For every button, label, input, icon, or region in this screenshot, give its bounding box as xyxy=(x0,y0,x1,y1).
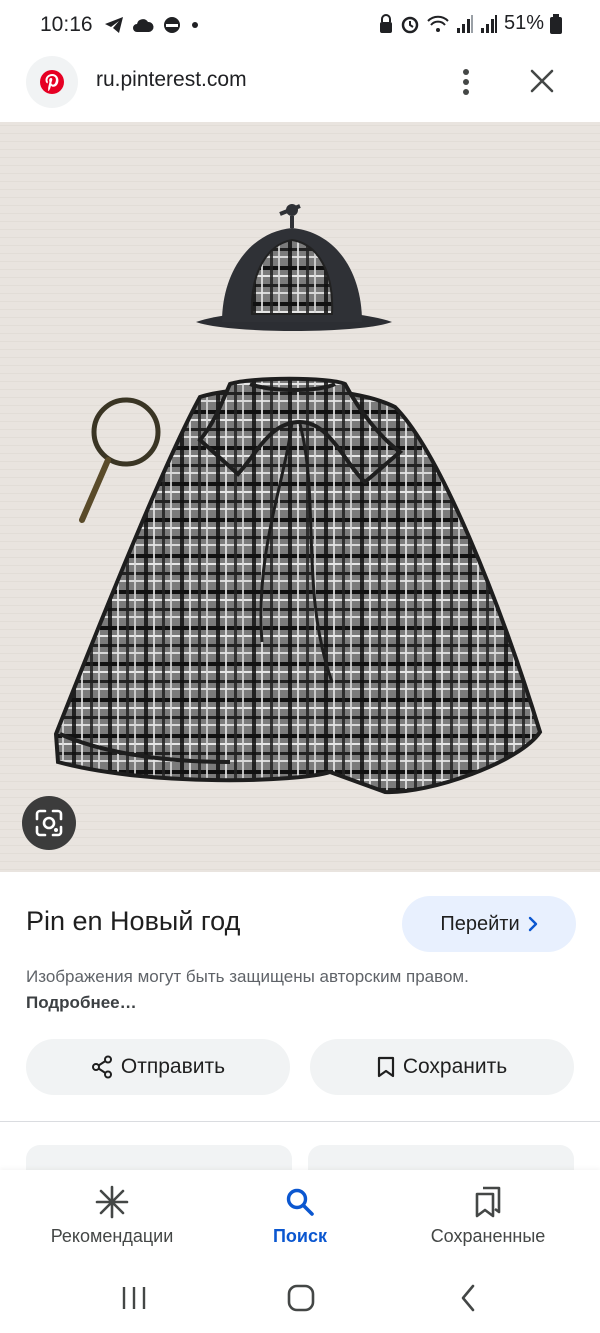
back-icon xyxy=(461,1284,475,1312)
visit-label: Перейти xyxy=(440,912,520,935)
recents-button[interactable] xyxy=(104,1280,164,1316)
more-link[interactable]: Подробнее… xyxy=(26,993,137,1012)
signal-icon xyxy=(456,14,473,33)
lens-icon xyxy=(35,809,63,837)
url-bar xyxy=(0,50,600,120)
save-button[interactable]: Сохранить xyxy=(310,1039,574,1095)
back-button[interactable] xyxy=(438,1280,498,1316)
nav-label-saved: Сохраненные xyxy=(430,1226,546,1246)
search-icon xyxy=(285,1184,315,1220)
dot-icon xyxy=(192,22,198,28)
nav-label-recommendations: Рекомендации xyxy=(50,1226,174,1246)
nav-recommendations[interactable]: Рекомендации xyxy=(12,1170,212,1266)
visit-button[interactable]: Перейти xyxy=(402,896,576,952)
home-button[interactable] xyxy=(271,1280,331,1316)
pinterest-icon xyxy=(40,70,64,94)
bookmark-icon xyxy=(377,1056,394,1078)
alarm-icon xyxy=(401,16,419,33)
bottom-navigation: Рекомендации Поиск Сохраненные xyxy=(0,1170,600,1266)
lens-button[interactable] xyxy=(22,796,76,850)
save-label: Сохранить xyxy=(402,1055,508,1078)
telegram-icon xyxy=(105,17,123,33)
notification-icons xyxy=(104,14,200,36)
cloud-icon xyxy=(133,19,154,32)
divider xyxy=(0,1121,600,1122)
cape-illustration xyxy=(0,122,600,872)
pin-title: Pin en Новый год xyxy=(26,906,241,936)
share-label: Отправить xyxy=(120,1055,226,1078)
copyright-text: Изображения могут быть защищены авторски… xyxy=(26,967,469,986)
bookmarks-icon xyxy=(473,1184,503,1220)
asterisk-icon xyxy=(95,1184,129,1220)
signal-icon-2 xyxy=(480,14,497,33)
nav-search[interactable]: Поиск xyxy=(200,1170,400,1266)
more-vert-icon xyxy=(463,69,469,95)
lock-icon xyxy=(379,13,392,33)
recents-icon xyxy=(122,1287,146,1309)
pin-image[interactable] xyxy=(0,122,600,872)
pinterest-favicon[interactable] xyxy=(26,56,78,108)
wifi-icon xyxy=(427,15,449,32)
close-button[interactable] xyxy=(524,62,560,100)
home-icon xyxy=(287,1284,315,1312)
share-icon xyxy=(91,1055,112,1079)
chevron-right-icon xyxy=(528,916,537,932)
status-bar: 10:16 51% xyxy=(0,0,600,50)
nav-label-search: Поиск xyxy=(272,1226,328,1246)
url-text[interactable]: ru.pinterest.com xyxy=(96,68,247,92)
more-options-button[interactable] xyxy=(452,64,480,100)
copyright-notice: Изображения могут быть защищены авторски… xyxy=(26,964,486,1016)
nav-saved[interactable]: Сохраненные xyxy=(388,1170,588,1266)
system-navigation xyxy=(0,1266,600,1333)
spy-icon xyxy=(164,17,180,33)
status-right: 51% xyxy=(378,12,562,35)
close-icon xyxy=(530,69,554,93)
battery-percent: 51% xyxy=(503,12,544,34)
status-time: 10:16 xyxy=(40,13,93,36)
share-button[interactable]: Отправить xyxy=(26,1039,290,1095)
battery-icon xyxy=(550,13,562,34)
